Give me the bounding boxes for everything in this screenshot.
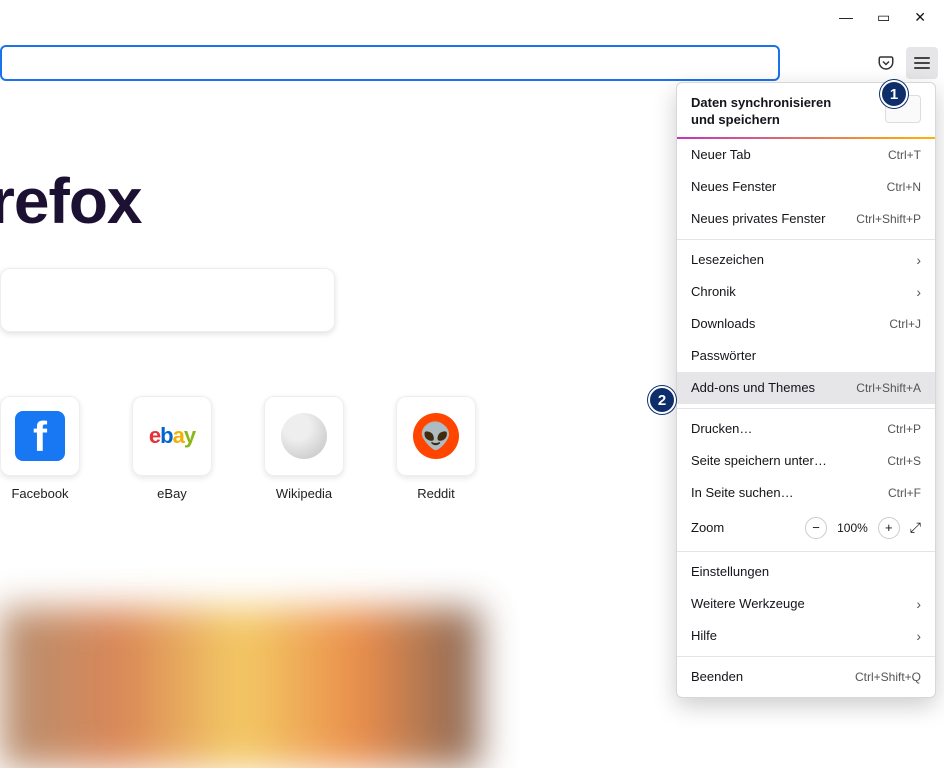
menu-more-tools[interactable]: Weitere Werkzeuge › — [677, 588, 935, 620]
menu-item-label: Drucken… — [691, 421, 752, 436]
menu-new-tab[interactable]: Neuer Tab Ctrl+T — [677, 139, 935, 171]
minimize-button[interactable]: — — [839, 10, 853, 24]
chevron-right-icon: › — [916, 252, 921, 268]
hamburger-icon — [914, 57, 930, 69]
tile-label: Reddit — [396, 486, 476, 501]
pocket-recommendations-blur — [0, 608, 480, 768]
facebook-icon: f — [15, 411, 65, 461]
menu-item-label: Chronik — [691, 284, 736, 299]
menu-item-label: Hilfe — [691, 628, 717, 643]
menu-help[interactable]: Hilfe › — [677, 620, 935, 652]
menu-passwords[interactable]: Passwörter — [677, 340, 935, 372]
menu-separator — [677, 408, 935, 409]
menu-separator — [677, 551, 935, 552]
menu-separator — [677, 239, 935, 240]
menu-save-page[interactable]: Seite speichern unter… Ctrl+S — [677, 445, 935, 477]
menu-item-label: In Seite suchen… — [691, 485, 794, 500]
new-tab-search-box[interactable] — [0, 268, 335, 332]
chevron-right-icon: › — [916, 596, 921, 612]
menu-item-label: Beenden — [691, 669, 743, 684]
menu-item-shortcut: Ctrl+Shift+Q — [855, 670, 921, 684]
menu-item-shortcut: Ctrl+S — [887, 454, 921, 468]
menu-separator — [677, 656, 935, 657]
tile-label: eBay — [132, 486, 212, 501]
maximize-button[interactable]: ▭ — [877, 10, 890, 24]
fullscreen-icon[interactable]: ⤢ — [910, 519, 921, 536]
app-menu: Daten synchronisieren und speichern Neue… — [676, 82, 936, 698]
toolbar — [0, 42, 944, 84]
top-site-wikipedia[interactable]: Wikipedia — [264, 396, 344, 501]
close-button[interactable]: ✕ — [914, 10, 926, 24]
annotation-badge-1: 1 — [880, 80, 908, 108]
menu-item-label: Weitere Werkzeuge — [691, 596, 805, 611]
menu-item-shortcut: Ctrl+T — [888, 148, 921, 162]
menu-history[interactable]: Chronik › — [677, 276, 935, 308]
menu-item-label: Neues Fenster — [691, 179, 776, 194]
menu-item-shortcut: Ctrl+J — [889, 317, 921, 331]
menu-find-in-page[interactable]: In Seite suchen… Ctrl+F — [677, 477, 935, 509]
top-site-facebook[interactable]: f Facebook — [0, 396, 80, 501]
menu-item-label: Downloads — [691, 316, 755, 331]
reddit-icon: 👽 — [413, 413, 459, 459]
menu-quit[interactable]: Beenden Ctrl+Shift+Q — [677, 661, 935, 693]
wikipedia-icon — [281, 413, 327, 459]
menu-settings[interactable]: Einstellungen — [677, 556, 935, 588]
top-site-ebay[interactable]: ebay eBay — [132, 396, 212, 501]
menu-downloads[interactable]: Downloads Ctrl+J — [677, 308, 935, 340]
menu-item-label: Passwörter — [691, 348, 756, 363]
pocket-icon[interactable] — [870, 47, 902, 79]
menu-item-label: Neuer Tab — [691, 147, 751, 162]
menu-item-shortcut: Ctrl+F — [888, 486, 921, 500]
hamburger-menu-button[interactable] — [906, 47, 938, 79]
menu-bookmarks[interactable]: Lesezeichen › — [677, 244, 935, 276]
menu-item-label: Neues privates Fenster — [691, 211, 825, 226]
zoom-value: 100% — [837, 521, 868, 535]
menu-item-shortcut: Ctrl+N — [887, 180, 921, 194]
menu-print[interactable]: Drucken… Ctrl+P — [677, 413, 935, 445]
menu-zoom-label: Zoom — [691, 520, 724, 535]
menu-addons-themes[interactable]: Add-ons und Themes Ctrl+Shift+A — [677, 372, 935, 404]
zoom-in-button[interactable]: + — [878, 517, 900, 539]
menu-item-label: Lesezeichen — [691, 252, 764, 267]
tile-label: Wikipedia — [264, 486, 344, 501]
menu-new-private-window[interactable]: Neues privates Fenster Ctrl+Shift+P — [677, 203, 935, 235]
menu-item-label: Einstellungen — [691, 564, 769, 579]
menu-item-shortcut: Ctrl+Shift+A — [856, 381, 921, 395]
window-controls: — ▭ ✕ — [821, 4, 944, 30]
menu-sync-label: Daten synchronisieren und speichern — [691, 95, 851, 129]
chevron-right-icon: › — [916, 284, 921, 300]
tile-label: Facebook — [0, 486, 80, 501]
chevron-right-icon: › — [916, 628, 921, 644]
menu-new-window[interactable]: Neues Fenster Ctrl+N — [677, 171, 935, 203]
menu-item-label: Seite speichern unter… — [691, 453, 827, 468]
ebay-icon: ebay — [149, 423, 195, 449]
annotation-badge-2: 2 — [648, 386, 676, 414]
menu-item-label: Add-ons und Themes — [691, 380, 815, 395]
address-bar[interactable] — [0, 45, 780, 81]
menu-zoom-row: Zoom − 100% + ⤢ — [677, 509, 935, 547]
zoom-out-button[interactable]: − — [805, 517, 827, 539]
menu-item-shortcut: Ctrl+P — [887, 422, 921, 436]
top-site-reddit[interactable]: 👽 Reddit — [396, 396, 476, 501]
menu-item-shortcut: Ctrl+Shift+P — [856, 212, 921, 226]
